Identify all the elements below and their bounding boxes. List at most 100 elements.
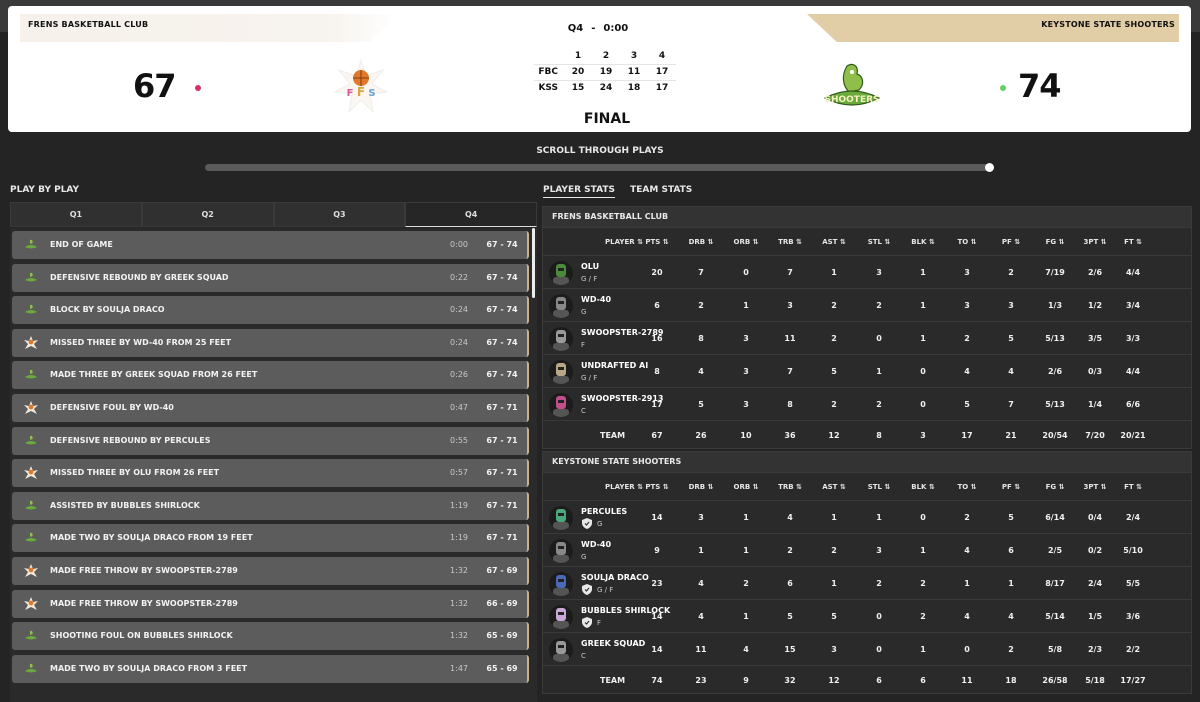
player-position: G — [597, 520, 603, 528]
play-row[interactable]: DEFENSIVE FOUL BY WD-40 0:47 67 - 71 — [12, 394, 529, 422]
play-time: 0:22 — [450, 272, 468, 282]
player-avatar — [549, 360, 573, 384]
column-header[interactable]: AST ⇅ — [816, 483, 852, 491]
play-list[interactable]: END OF GAME 0:00 67 - 74 DEFENSIVE REBOUND … — [10, 228, 537, 702]
plays-slider-thumb[interactable] — [985, 163, 994, 172]
stat-orb: 1 — [743, 546, 749, 555]
play-row[interactable]: END OF GAME 0:00 67 - 74 — [12, 231, 529, 259]
stat-3pt: 1/4 — [1087, 400, 1103, 409]
tab-q1[interactable]: Q1 — [10, 202, 142, 227]
player-row[interactable]: SWOOPSTER-2913 C 17 5 3 8 2 2 0 5 7 5/13 1/4 6/6 — [543, 387, 1191, 420]
player-row[interactable]: SOULJA DRACO G / F 23 4 2 6 1 2 2 1 1 8/17 2/4 5/5 — [543, 566, 1191, 599]
player-name[interactable]: WD-40 — [581, 540, 611, 549]
play-row[interactable]: MISSED THREE BY WD-40 FROM 25 FEET 0:24 67… — [12, 328, 529, 357]
play-time: 1:47 — [450, 663, 468, 673]
stat-stl: 2 — [876, 400, 882, 409]
plays-slider-track[interactable] — [205, 164, 992, 171]
shield-icon — [582, 617, 592, 628]
stats-tabs: PLAYER STATS TEAM STATS — [543, 185, 704, 198]
player-row[interactable]: WD-40 G 6 2 1 3 2 2 1 3 3 1/3 1/2 3/4 — [543, 288, 1191, 321]
frens-logo-icon — [24, 335, 38, 349]
column-header[interactable]: FT ⇅ — [1115, 483, 1151, 491]
play-list-scrollbar[interactable] — [532, 228, 535, 298]
player-row[interactable]: BUBBLES SHIRLOCK F 14 4 1 5 5 0 2 4 4 5/14 1/5 3/6 — [543, 599, 1191, 632]
player-avatar — [549, 327, 573, 351]
total-3pt: 5/18 — [1085, 676, 1105, 685]
column-header[interactable]: 3PT ⇅ — [1077, 238, 1113, 246]
column-header[interactable]: PF ⇅ — [993, 238, 1029, 246]
tab-q3[interactable]: Q3 — [273, 202, 406, 227]
column-header[interactable]: ORB ⇅ — [728, 238, 764, 246]
column-header[interactable]: BLK ⇅ — [905, 483, 941, 491]
player-name[interactable]: GREEK SQUAD — [581, 639, 645, 648]
home-score: 67 — [133, 67, 177, 105]
play-row[interactable]: DEFENSIVE REBOUND BY GREEK SQUAD 0:22 67 -… — [12, 263, 529, 292]
column-header[interactable]: TRB ⇅ — [772, 483, 808, 491]
stat-fg: 5/8 — [1047, 645, 1063, 654]
play-row[interactable]: BLOCK BY SOULJA DRACO 0:24 67 - 74 — [12, 296, 529, 325]
play-row[interactable]: MADE FREE THROW BY SWOOPSTER-2789 1:32 66 … — [12, 589, 529, 618]
play-row[interactable]: MADE TWO BY SOULJA DRACO FROM 3 FEET 1:47… — [12, 654, 529, 683]
tab-q4[interactable]: Q4 — [405, 202, 537, 227]
column-header-row: PLAYER ⇅ PTS ⇅ DRB ⇅ ORB ⇅ TRB ⇅ AST ⇅ STL ⇅ BL… — [543, 472, 1191, 500]
clock-time: 0:00 — [603, 23, 629, 34]
play-row[interactable]: MADE THREE BY GREEK SQUAD FROM 26 FEET 0:… — [12, 361, 529, 390]
tab-player-stats[interactable]: PLAYER STATS — [543, 185, 615, 198]
player-row[interactable]: GREEK SQUAD C 14 11 4 15 3 0 1 0 2 5/8 2/3 2/2 — [543, 632, 1191, 665]
column-header[interactable]: DRB ⇅ — [683, 238, 719, 246]
column-header[interactable]: TRB ⇅ — [772, 238, 808, 246]
column-header[interactable]: BLK ⇅ — [905, 238, 941, 246]
column-header[interactable]: FT ⇅ — [1115, 238, 1151, 246]
play-row[interactable]: MADE FREE THROW BY SWOOPSTER-2789 1:32 67 … — [12, 557, 529, 585]
play-score: 67 - 74 — [486, 305, 518, 315]
total-pf: 18 — [1005, 676, 1017, 685]
player-row[interactable]: UNDRAFTED AI G / F 8 4 3 7 5 1 0 4 4 2/6 0/3 4/4 — [543, 354, 1191, 387]
column-header[interactable]: FG ⇅ — [1037, 483, 1073, 491]
play-description: MADE TWO BY SOULJA DRACO FROM 3 FEET — [50, 663, 248, 673]
player-avatar — [549, 572, 573, 596]
column-header[interactable]: PTS ⇅ — [639, 238, 675, 246]
column-header[interactable]: STL ⇅ — [861, 238, 897, 246]
play-row[interactable]: MADE TWO BY SOULJA DRACO FROM 19 FEET 1:1… — [12, 524, 529, 553]
column-header[interactable]: PTS ⇅ — [639, 483, 675, 491]
column-header[interactable]: STL ⇅ — [861, 483, 897, 491]
column-header[interactable]: FG ⇅ — [1037, 238, 1073, 246]
player-name[interactable]: WD-40 — [581, 295, 611, 304]
player-row[interactable]: SWOOPSTER-2789 F 16 8 3 11 2 0 1 2 5 5/13 3/5 3/3 — [543, 321, 1191, 354]
play-row[interactable]: SHOOTING FOUL ON BUBBLES SHIRLOCK 1:32 65 … — [12, 622, 529, 651]
play-row[interactable]: DEFENSIVE REBOUND BY PERCULES 0:55 67 - 71 — [12, 426, 529, 455]
tab-team-stats[interactable]: TEAM STATS — [630, 185, 692, 197]
play-row[interactable]: ASSISTED BY BUBBLES SHIRLOCK 1:19 67 - 71 — [12, 491, 529, 520]
column-header[interactable]: 3PT ⇅ — [1077, 483, 1113, 491]
player-avatar — [549, 605, 573, 629]
play-row[interactable]: MISSED THREE BY OLU FROM 26 FEET 0:57 67 -… — [12, 459, 529, 488]
stat-orb: 1 — [743, 513, 749, 522]
player-position: G / F — [581, 374, 598, 382]
stat-pf: 7 — [1008, 400, 1014, 409]
column-header[interactable]: PF ⇅ — [993, 483, 1029, 491]
column-header[interactable]: ORB ⇅ — [728, 483, 764, 491]
stat-drb: 7 — [698, 268, 704, 277]
player-row[interactable]: OLU G / F 20 7 0 7 1 3 1 3 2 7/19 2/6 4/4 — [543, 255, 1191, 288]
player-row[interactable]: PERCULES G 14 3 1 4 1 1 0 2 5 6/14 0/4 2/4 — [543, 500, 1191, 533]
column-header[interactable]: DRB ⇅ — [683, 483, 719, 491]
column-header[interactable]: AST ⇅ — [816, 238, 852, 246]
column-header[interactable]: TO ⇅ — [949, 483, 985, 491]
player-row[interactable]: WD-40 G 9 1 1 2 2 3 1 4 6 2/5 0/2 5/10 — [543, 533, 1191, 566]
stat-pts: 6 — [654, 301, 660, 310]
tab-q2[interactable]: Q2 — [141, 202, 274, 227]
play-description: MISSED THREE BY WD-40 FROM 25 FEET — [50, 337, 232, 347]
stat-fg: 2/5 — [1047, 546, 1063, 555]
stat-stl: 3 — [876, 546, 882, 555]
stat-blk: 1 — [920, 301, 926, 310]
player-avatar — [549, 294, 573, 318]
home-quarter-row: FBC 20 19 11 17 — [534, 64, 676, 81]
player-name[interactable]: PERCULES — [581, 507, 627, 516]
player-name[interactable]: OLU — [581, 262, 599, 271]
play-time: 1:32 — [450, 566, 468, 575]
shooters-logo-text: SHOOTERS — [824, 95, 879, 105]
player-position: G / F — [597, 586, 614, 594]
home-quarter-score: 11 — [620, 64, 648, 81]
column-header[interactable]: TO ⇅ — [949, 238, 985, 246]
game-status: FINAL — [583, 111, 631, 127]
